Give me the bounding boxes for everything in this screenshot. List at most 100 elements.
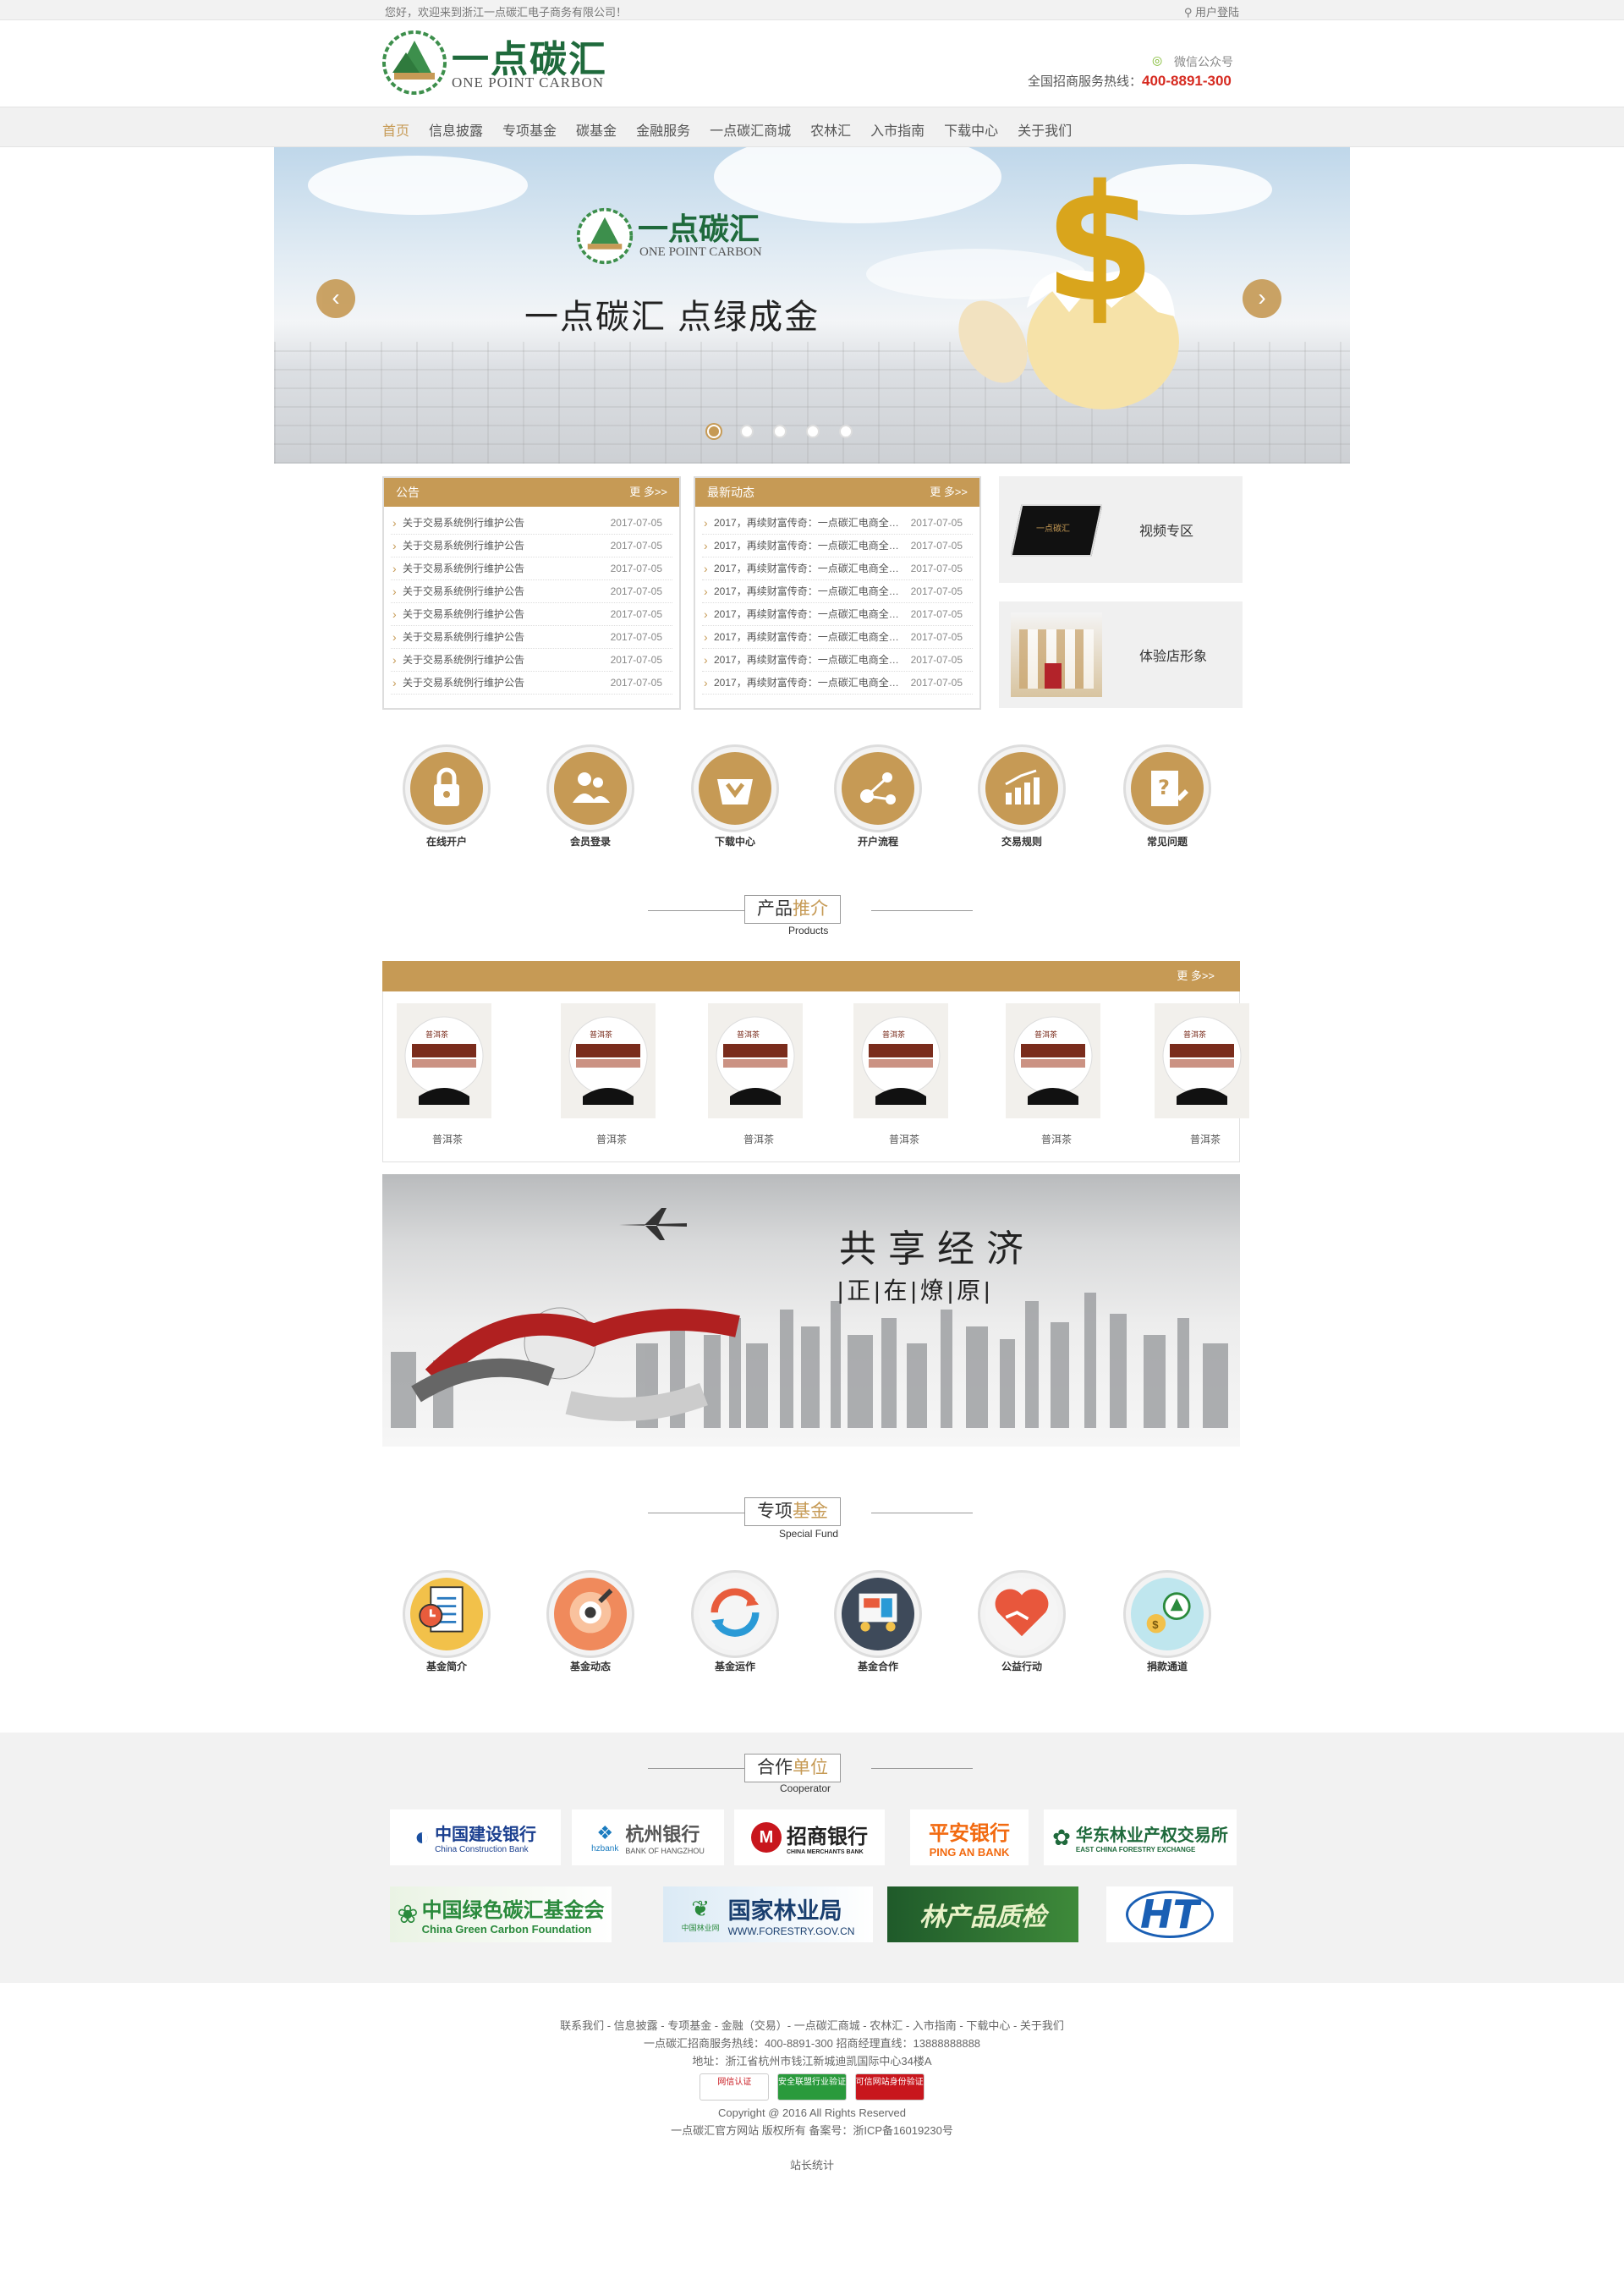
quick-link-label[interactable]: 在线开户: [396, 834, 497, 848]
web-trust-badge[interactable]: 网信认证: [700, 2073, 770, 2101]
quick-link-label[interactable]: 常见问题: [1116, 834, 1218, 848]
partner-hzbank-logo[interactable]: ❖ hzbank 杭州银行 BANK OF HANGZHOU: [572, 1809, 724, 1865]
list-item[interactable]: 关于交易系统例行维护公告 2017-07-05: [391, 580, 672, 603]
product-name[interactable]: 普洱茶: [889, 1132, 919, 1146]
logo-mark-icon[interactable]: [382, 30, 447, 95]
list-item[interactable]: 2017，再续财富传奇：一点碳汇电商全… 2017-07-05: [702, 535, 973, 557]
quick-link-2[interactable]: [546, 744, 634, 832]
product-image[interactable]: 普洱茶: [853, 1003, 948, 1118]
partner-forestry-logo[interactable]: ❦ 中国林业网 国家林业局 WWW.FORESTRY.GOV.CN: [663, 1886, 873, 1942]
nav-item[interactable]: 关于我们: [1018, 119, 1072, 140]
notice-more-link[interactable]: 更 多>>: [629, 478, 667, 507]
banner-dot[interactable]: [773, 425, 787, 438]
banner-prev-button[interactable]: ‹: [316, 279, 355, 318]
user-login-link[interactable]: ⚲ 用户登陆: [1184, 3, 1239, 19]
product-name[interactable]: 普洱茶: [743, 1132, 774, 1146]
partner-ccb-logo[interactable]: ◐ 中国建设银行 China Construction Bank: [390, 1809, 561, 1865]
partner-cmb-logo[interactable]: M 招商银行 CHINA MERCHANTS BANK: [734, 1809, 885, 1865]
list-item[interactable]: 关于交易系统例行维护公告 2017-07-05: [391, 672, 672, 695]
list-item-title[interactable]: 关于交易系统例行维护公告: [403, 512, 524, 534]
fund-link-label[interactable]: 公益行动: [971, 1659, 1073, 1673]
quick-link-1[interactable]: [403, 744, 491, 832]
nav-item[interactable]: 下载中心: [944, 119, 998, 140]
product-name[interactable]: 普洱茶: [1190, 1132, 1221, 1146]
product-name[interactable]: 普洱茶: [1041, 1132, 1072, 1146]
video-zone-card[interactable]: 一点碳汇 视频专区: [999, 476, 1243, 583]
banner-next-button[interactable]: ›: [1243, 279, 1281, 318]
quick-link-3[interactable]: [691, 744, 779, 832]
news-more-link[interactable]: 更 多>>: [930, 478, 968, 507]
list-item-title[interactable]: 2017，再续财富传奇：一点碳汇电商全…: [714, 580, 899, 602]
list-item-title[interactable]: 关于交易系统例行维护公告: [403, 626, 524, 648]
product-image[interactable]: 普洱茶: [1006, 1003, 1100, 1118]
partner-lqgc-logo[interactable]: 林产品质检: [887, 1886, 1078, 1942]
banner-dot[interactable]: [839, 425, 853, 438]
list-item-title[interactable]: 关于交易系统例行维护公告: [403, 535, 524, 557]
partner-cgcf-logo[interactable]: ❀ 中国绿色碳汇基金会 China Green Carbon Foundation: [390, 1886, 612, 1942]
list-item-title[interactable]: 2017，再续财富传奇：一点碳汇电商全…: [714, 557, 899, 579]
quick-link-label[interactable]: 交易规则: [971, 834, 1073, 848]
banner-dot[interactable]: [707, 425, 721, 438]
fund-link-label[interactable]: 基金合作: [827, 1659, 929, 1673]
list-item-title[interactable]: 关于交易系统例行维护公告: [403, 580, 524, 602]
list-item-title[interactable]: 2017，再续财富传奇：一点碳汇电商全…: [714, 535, 899, 557]
list-item-title[interactable]: 关于交易系统例行维护公告: [403, 649, 524, 671]
list-item-title[interactable]: 2017，再续财富传奇：一点碳汇电商全…: [714, 626, 899, 648]
wechat-link[interactable]: 微信公众号: [1174, 53, 1233, 70]
list-item[interactable]: 关于交易系统例行维护公告 2017-07-05: [391, 557, 672, 580]
fund-link-1[interactable]: [403, 1570, 491, 1658]
nav-item[interactable]: 一点碳汇商城: [710, 119, 791, 140]
fund-link-label[interactable]: 基金运作: [684, 1659, 786, 1673]
list-item[interactable]: 2017，再续财富传奇：一点碳汇电商全… 2017-07-05: [702, 580, 973, 603]
nav-item[interactable]: 专项基金: [502, 119, 557, 140]
fund-link-4[interactable]: [834, 1570, 922, 1658]
banner-dot[interactable]: [806, 425, 820, 438]
list-item[interactable]: 关于交易系统例行维护公告 2017-07-05: [391, 649, 672, 672]
quick-link-5[interactable]: [978, 744, 1066, 832]
product-image[interactable]: 普洱茶: [1155, 1003, 1249, 1118]
quick-link-4[interactable]: [834, 744, 922, 832]
product-name[interactable]: 普洱茶: [432, 1132, 463, 1146]
nav-item[interactable]: 首页: [382, 119, 409, 140]
quick-link-label[interactable]: 会员登录: [540, 834, 641, 848]
list-item[interactable]: 2017，再续财富传奇：一点碳汇电商全… 2017-07-05: [702, 512, 973, 535]
list-item[interactable]: 关于交易系统例行维护公告 2017-07-05: [391, 603, 672, 626]
list-item[interactable]: 关于交易系统例行维护公告 2017-07-05: [391, 535, 672, 557]
fund-link-2[interactable]: [546, 1570, 634, 1658]
product-image[interactable]: 普洱茶: [561, 1003, 656, 1118]
list-item-title[interactable]: 关于交易系统例行维护公告: [403, 603, 524, 625]
nav-item[interactable]: 金融服务: [636, 119, 690, 140]
quick-link-label[interactable]: 开户流程: [827, 834, 929, 848]
quick-link-6[interactable]: ?: [1123, 744, 1211, 832]
list-item[interactable]: 2017，再续财富传奇：一点碳汇电商全… 2017-07-05: [702, 626, 973, 649]
nav-item[interactable]: 农林汇: [810, 119, 851, 140]
nav-item[interactable]: 入市指南: [870, 119, 924, 140]
list-item-title[interactable]: 2017，再续财富传奇：一点碳汇电商全…: [714, 512, 899, 534]
fund-link-label[interactable]: 基金简介: [396, 1659, 497, 1673]
list-item-title[interactable]: 关于交易系统例行维护公告: [403, 672, 524, 694]
partner-ecfe-logo[interactable]: ✿ 华东林业产权交易所 EAST CHINA FORESTRY EXCHANGE: [1044, 1809, 1237, 1865]
list-item[interactable]: 2017，再续财富传奇：一点碳汇电商全… 2017-07-05: [702, 649, 973, 672]
footer-icp[interactable]: 一点碳汇官方网站 版权所有 备案号：浙ICP备16019230号: [0, 2122, 1624, 2139]
list-item-title[interactable]: 2017，再续财富传奇：一点碳汇电商全…: [714, 649, 899, 671]
list-item[interactable]: 关于交易系统例行维护公告 2017-07-05: [391, 626, 672, 649]
trusted-site-badge[interactable]: 可信网站身份验证: [854, 2073, 924, 2101]
banner-dot[interactable]: [740, 425, 754, 438]
partner-ht-logo[interactable]: HT: [1106, 1886, 1233, 1942]
list-item-title[interactable]: 2017，再续财富传奇：一点碳汇电商全…: [714, 672, 899, 694]
list-item[interactable]: 2017，再续财富传奇：一点碳汇电商全… 2017-07-05: [702, 672, 973, 695]
product-name[interactable]: 普洱茶: [596, 1132, 627, 1146]
products-more-link[interactable]: 更 多>>: [1177, 969, 1215, 982]
quick-link-label[interactable]: 下载中心: [684, 834, 786, 848]
product-image[interactable]: 普洱茶: [708, 1003, 803, 1118]
security-alliance-badge[interactable]: 安全联盟行业验证: [777, 2073, 847, 2101]
list-item-title[interactable]: 关于交易系统例行维护公告: [403, 557, 524, 579]
nav-item[interactable]: 碳基金: [576, 119, 617, 140]
sharing-economy-banner[interactable]: 共享经济 |正|在|燎|原|: [382, 1174, 1240, 1447]
product-image[interactable]: 普洱茶: [397, 1003, 491, 1118]
list-item[interactable]: 关于交易系统例行维护公告 2017-07-05: [391, 512, 672, 535]
nav-item[interactable]: 信息披露: [429, 119, 483, 140]
list-item[interactable]: 2017，再续财富传奇：一点碳汇电商全… 2017-07-05: [702, 603, 973, 626]
wechat-icon[interactable]: ◎: [1152, 53, 1169, 67]
fund-link-label[interactable]: 基金动态: [540, 1659, 641, 1673]
